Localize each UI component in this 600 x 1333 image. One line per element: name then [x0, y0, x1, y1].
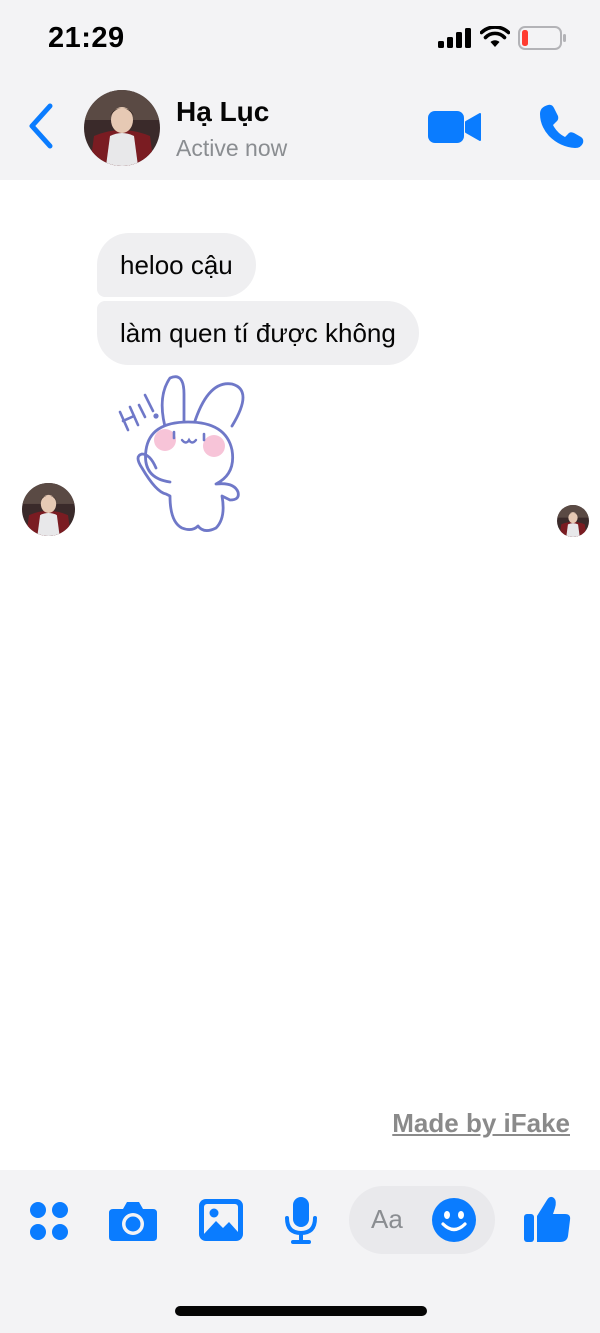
back-button[interactable]: [26, 102, 56, 150]
thumbs-up-button[interactable]: [522, 1194, 572, 1244]
composer-bar: Aa: [0, 1170, 600, 1333]
chat-header: Hạ Lục Active now: [0, 78, 600, 180]
home-indicator: [175, 1306, 427, 1316]
message-bubble[interactable]: heloo cậu: [97, 233, 256, 297]
microphone-button[interactable]: [284, 1196, 318, 1244]
more-actions-button[interactable]: [28, 1200, 70, 1242]
status-time: 21:29: [48, 22, 125, 54]
cellular-signal-icon: [438, 28, 471, 48]
status-bar: 21:29: [0, 0, 600, 78]
video-call-button[interactable]: [428, 108, 482, 146]
contact-avatar[interactable]: [84, 90, 160, 166]
wifi-icon: [480, 26, 510, 47]
watermark-link[interactable]: Made by iFake: [392, 1108, 570, 1139]
contact-status: Active now: [176, 135, 288, 161]
message-input-placeholder: Aa: [371, 1204, 403, 1234]
message-bubble[interactable]: làm quen tí được không: [97, 301, 419, 365]
seen-receipt-avatar: [557, 505, 589, 537]
battery-low-icon: [518, 26, 566, 50]
phone-call-button[interactable]: [538, 102, 586, 150]
camera-button[interactable]: [108, 1200, 158, 1242]
sender-avatar[interactable]: [22, 483, 75, 536]
message-input[interactable]: Aa: [349, 1186, 495, 1254]
bunny-hi-sticker[interactable]: [112, 370, 258, 538]
gallery-button[interactable]: [198, 1198, 244, 1242]
emoji-button[interactable]: [431, 1197, 477, 1243]
contact-name[interactable]: Hạ Lục: [176, 96, 269, 128]
